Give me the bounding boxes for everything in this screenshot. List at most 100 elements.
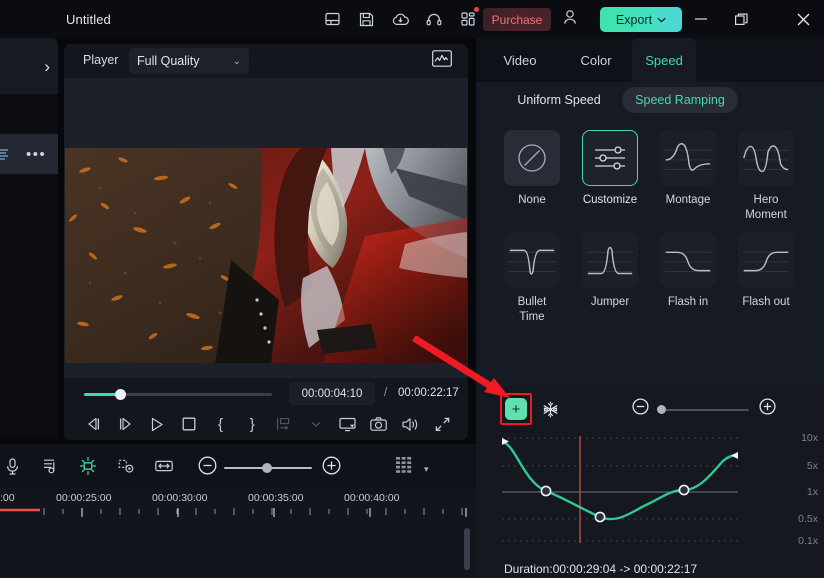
quality-value: Full Quality (137, 54, 200, 68)
timecode-separator: / (384, 387, 388, 399)
purchase-button[interactable]: Purchase (483, 8, 551, 31)
fit-to-width-icon[interactable] (152, 454, 176, 478)
grid-view-icon[interactable] (396, 457, 412, 480)
timeline-zoom-handle[interactable] (262, 463, 272, 473)
timeline-ruler[interactable]: :00 00:00:25:00 00:00:30:00 00:00:35:00 … (0, 488, 476, 522)
preset-jumper[interactable]: Jumper (582, 232, 638, 310)
media-list-row[interactable]: ••• (0, 134, 58, 174)
left-rail: › ••• (0, 38, 58, 438)
preset-thumb[interactable] (504, 232, 560, 288)
export-button[interactable]: Export (600, 7, 682, 32)
preset-customize[interactable]: Customize (582, 130, 638, 208)
curve-zoom-handle[interactable] (657, 405, 666, 414)
title-bar: Untitled Purchase Export (0, 0, 824, 38)
save-icon[interactable] (354, 8, 378, 30)
headset-support-icon[interactable] (422, 8, 446, 30)
curve-end-handle (731, 452, 738, 459)
none-circle-slash-icon (518, 144, 546, 172)
preset-hero-moment[interactable]: Hero Moment (738, 130, 794, 223)
split-button[interactable] (268, 411, 300, 437)
window-maximize-icon[interactable] (728, 8, 754, 30)
video-preview[interactable] (65, 148, 467, 363)
snapshot-button[interactable] (363, 411, 395, 437)
preset-thumb[interactable] (504, 130, 560, 186)
timeline-toolbar: ▾ (0, 444, 476, 488)
flash-out-curve-icon (742, 251, 790, 273)
ytick-0-1x: 0.1x (798, 535, 818, 547)
window-close-button[interactable] (790, 8, 816, 30)
split-dropdown-button[interactable] (300, 411, 332, 437)
preset-thumb[interactable] (582, 130, 638, 186)
quality-select[interactable]: Full Quality ⌄ (129, 48, 249, 74)
tab-speed-ramping[interactable]: Speed Ramping (622, 87, 738, 113)
prev-frame-button[interactable] (78, 411, 110, 437)
next-frame-button[interactable] (110, 411, 142, 437)
curve-plot[interactable] (476, 426, 824, 546)
preset-label: Bullet Time (517, 296, 547, 323)
preset-flash-out[interactable]: Flash out (738, 232, 794, 310)
current-timecode: 00:00:04:10 (289, 382, 375, 405)
add-keyframe-button[interactable]: + (505, 398, 527, 420)
timeline-zoom-out-button[interactable] (198, 456, 217, 480)
curve-zoom-out-button[interactable] (632, 398, 649, 420)
preset-thumb[interactable] (660, 232, 716, 288)
overflow-menu-icon[interactable]: ••• (26, 146, 46, 163)
waveform-scope-icon[interactable] (432, 50, 452, 72)
tab-speed[interactable]: Speed (632, 38, 696, 82)
speed-curve-section: + 10x 5x 1x 0.5x 0.1x Duration:00:00:29:… (476, 386, 824, 578)
volume-button[interactable] (395, 411, 427, 437)
seek-bar[interactable] (84, 388, 272, 402)
curve-zoom-track[interactable] (657, 409, 749, 411)
record-voiceover-icon[interactable] (0, 454, 24, 478)
preset-thumb[interactable] (738, 130, 794, 186)
preset-label: Customize (582, 194, 638, 206)
preset-thumb[interactable] (660, 130, 716, 186)
cloud-download-icon[interactable] (388, 8, 412, 30)
fullscreen-button[interactable] (426, 411, 458, 437)
crop-icon[interactable] (114, 454, 138, 478)
layout-icon[interactable] (320, 8, 344, 30)
notification-badge (474, 7, 479, 12)
preset-label: Flash out (742, 296, 790, 308)
preset-none[interactable]: None (504, 130, 560, 208)
preset-thumb[interactable] (738, 232, 794, 288)
speed-curve-graph[interactable]: 10x 5x 1x 0.5x 0.1x (476, 426, 824, 547)
auto-enhance-icon[interactable] (76, 454, 100, 478)
preset-montage[interactable]: Montage (660, 130, 716, 208)
app-root: Untitled Purchase Export › ••• Player Fu… (0, 0, 824, 578)
bullet-time-curve-icon (508, 249, 556, 275)
tab-video[interactable]: Video (486, 38, 554, 82)
window-minimize-button[interactable] (688, 8, 714, 30)
grid-dropdown-caret[interactable]: ▾ (424, 464, 429, 475)
ytick-10x: 10x (801, 432, 818, 444)
freeze-frame-button[interactable] (538, 397, 562, 421)
pop-out-button[interactable] (331, 411, 363, 437)
play-button[interactable] (141, 411, 173, 437)
apps-grid-icon[interactable] (456, 7, 480, 30)
preset-bullet-time[interactable]: Bullet Time (504, 232, 560, 325)
timeline-tracks[interactable] (0, 522, 476, 578)
mark-out-button[interactable]: } (236, 411, 268, 437)
titlebar-icon-group (320, 7, 480, 30)
ytick-5x: 5x (806, 460, 818, 472)
stop-button[interactable] (173, 411, 205, 437)
montage-curve-icon (664, 143, 712, 171)
curve-zoom-in-button[interactable] (759, 398, 776, 420)
preset-flash-in[interactable]: Flash in (660, 232, 716, 310)
user-icon[interactable] (563, 9, 577, 31)
seek-handle[interactable] (115, 389, 126, 400)
tab-color[interactable]: Color (562, 38, 630, 82)
video-frame-content (65, 148, 467, 363)
tab-uniform-speed[interactable]: Uniform Speed (504, 87, 614, 113)
ruler-label: 00:00:40:00 (344, 492, 400, 504)
timeline-zoom-in-button[interactable] (322, 456, 341, 480)
mark-in-button[interactable]: { (205, 411, 237, 437)
audio-beat-icon[interactable] (38, 454, 62, 478)
timeline-scrollbar[interactable] (464, 528, 470, 570)
preset-thumb[interactable] (582, 232, 638, 288)
properties-panel: Video Color Speed Uniform Speed Speed Ra… (476, 38, 824, 578)
ramp-preset-grid: None Customize Montage Hero Moment Bulle… (476, 130, 824, 380)
expand-panel-button[interactable]: › (0, 38, 58, 94)
keyframe-node (678, 484, 690, 496)
flash-in-curve-icon (664, 251, 712, 273)
